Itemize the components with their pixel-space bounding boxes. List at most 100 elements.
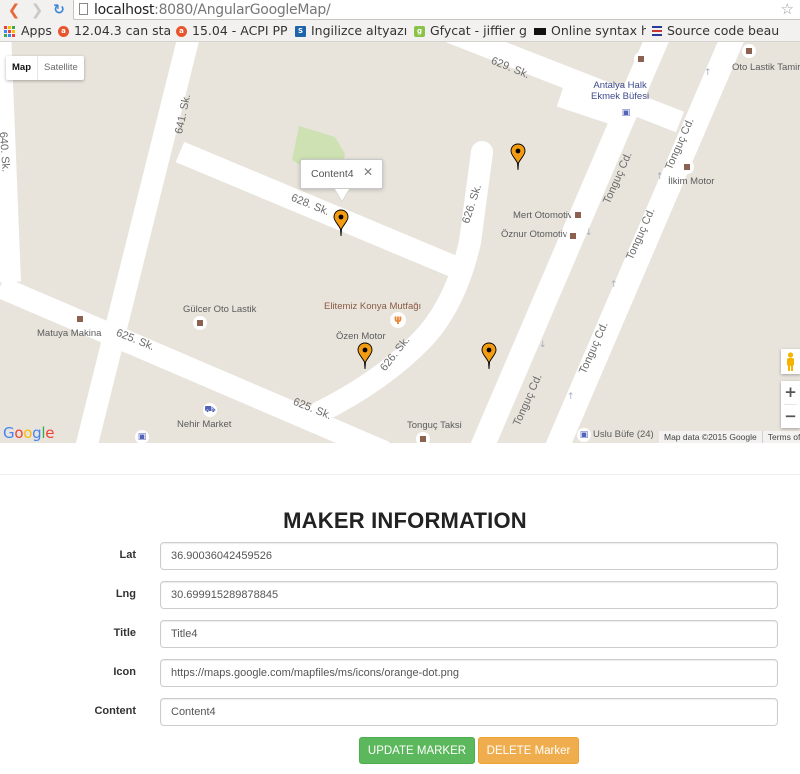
info-window-content: Content4 [311,168,354,180]
marker-selected[interactable] [333,209,349,237]
poi-pin-icon[interactable] [193,316,207,330]
terminal-icon [534,27,546,35]
street-view-pegman[interactable] [781,349,800,374]
bookmarks-bar: Apps a 12.04.3 can start a 15.04 - ACPI … [0,21,800,41]
restaurant-icon[interactable]: ψ [390,312,406,328]
lng-label: Lng [115,588,136,600]
reload-button[interactable]: ↻ [51,2,67,18]
s-icon: S [295,25,306,37]
bookmark-item[interactable]: Online syntax hig [534,23,646,39]
bookmark-label: Ingilizce altyazılı [311,23,407,38]
title-input[interactable] [160,620,778,648]
marker[interactable] [481,342,497,370]
marker-pin-icon [357,342,373,370]
url-host: localhost [94,2,155,18]
browser-toolbar: ❮ ❯ ↻ localhost:8080/AngularGoogleMap/ ☆ [0,0,800,21]
forward-button[interactable]: ❯ [29,2,45,18]
bookmark-apps[interactable]: Apps [4,23,52,39]
zoom-out-button[interactable]: − [781,405,800,428]
oneway-arrow-icon: ↑ [656,172,664,182]
poi-pin-icon[interactable] [571,208,585,222]
google-logo[interactable]: Google [3,424,54,442]
poi-pin-icon[interactable] [742,44,756,58]
oneway-arrow-icon: ↑ [567,392,575,402]
poi-label: Matuya Makina [37,328,102,339]
map-type-map-button[interactable]: Map [6,56,38,80]
divider [0,474,800,475]
gfycat-icon: g [414,25,425,37]
poi-label: İlkim Motor [668,176,715,187]
zoom-in-button[interactable]: + [781,381,800,404]
lng-input[interactable] [160,581,778,609]
form-row-lat: Lat [0,542,800,570]
map-data-text[interactable]: Map data ©2015 Google [659,431,762,443]
shopping-cart-icon[interactable]: ⛟ [203,403,217,417]
poi-label: Özen Motor [336,331,386,342]
poi-label: Tonguç Taksi [407,420,462,431]
bookmark-item[interactable]: g Gfycat - jiffier gifs [414,23,526,39]
terms-of-use-link[interactable]: Terms of Use [761,431,800,443]
google-map[interactable]: 629. Sk. 641. Sk. 640. Sk. 628. Sk. 626.… [0,42,800,443]
bookmark-item[interactable]: S Ingilizce altyazılı [295,23,407,39]
bookmark-item[interactable]: a 12.04.3 can start [58,23,170,39]
poi-pin-icon[interactable] [634,52,648,66]
oneway-arrow-icon: ↑ [704,68,712,78]
ask-icon: a [176,25,187,37]
poi-pin-icon[interactable] [416,432,430,443]
poi-pin-icon[interactable] [73,312,87,326]
content-label: Content [94,705,136,717]
marker-dot [486,347,492,353]
bookmark-item[interactable]: Source code beau [652,23,798,39]
marker-pin-icon [333,209,349,237]
bookmark-star-icon[interactable]: ☆ [781,0,794,18]
oneway-arrow-icon: ↓ [585,228,593,238]
marker-dot [515,148,521,154]
poi-label: Elitemiz Konya Mutfağı [324,301,422,312]
poi-label: Nehir Market [177,419,232,430]
lat-input[interactable] [160,542,778,570]
poi-label: Mert Otomotiv [513,210,573,221]
zoom-control: + − [781,381,800,428]
close-icon[interactable]: ✕ [363,165,373,179]
form-row-lng: Lng [0,581,800,609]
poi-pin-icon[interactable] [566,229,580,243]
lines-icon [652,26,662,36]
info-window: Content4 ✕ [300,159,383,189]
url-text[interactable]: localhost:8080/AngularGoogleMap/ [94,2,331,18]
poi-label: Antalya Halk Ekmek Büfesi [591,80,650,102]
shopping-bag-icon[interactable]: ▣ [135,430,149,443]
map-type-satellite-button[interactable]: Satellite [38,56,84,80]
lat-label: Lat [119,549,137,561]
poi-label: Uslu Büfe (24) [593,429,654,440]
shopping-bag-icon[interactable]: ▣ [577,428,591,442]
bookmark-item[interactable]: a 15.04 - ACPI PPC F [176,23,288,39]
poi-pin-icon[interactable] [680,160,694,174]
delete-marker-button[interactable]: DELETE Marker [478,737,579,764]
marker[interactable] [510,143,526,171]
marker[interactable] [357,342,373,370]
map-type-control: Map Satellite [6,56,84,80]
poi-label: Öznur Otomotiv [501,229,568,240]
road-641-sk [75,42,199,443]
poi-label: Oto Lastik Tamirci [732,62,800,73]
ask-icon: a [58,25,69,37]
shopping-bag-icon[interactable]: ▣ [619,106,633,120]
form-title: MAKER INFORMATION [283,508,527,533]
bookmark-label: 15.04 - ACPI PPC F [192,23,288,38]
marker-pin-icon [481,342,497,370]
bookmark-label: Gfycat - jiffier gifs [430,23,526,38]
icon-url-input[interactable] [160,659,778,687]
pegman-icon [787,352,794,371]
content-input[interactable] [160,698,778,726]
back-button[interactable]: ❮ [6,2,22,18]
bookmark-label: Source code beau [667,23,780,38]
bookmark-label: Apps [21,23,52,38]
form-row-content: Content [0,698,800,726]
browser-chrome: ❮ ❯ ↻ localhost:8080/AngularGoogleMap/ ☆… [0,0,800,42]
form-row-icon: Icon [0,659,800,687]
page-icon [79,3,88,15]
address-bar[interactable]: localhost:8080/AngularGoogleMap/ ☆ [73,0,800,20]
oneway-arrow-icon: ↑ [610,280,618,290]
update-marker-button[interactable]: UPDATE MARKER [359,737,475,764]
oneway-arrow-icon: ↓ [539,340,547,350]
